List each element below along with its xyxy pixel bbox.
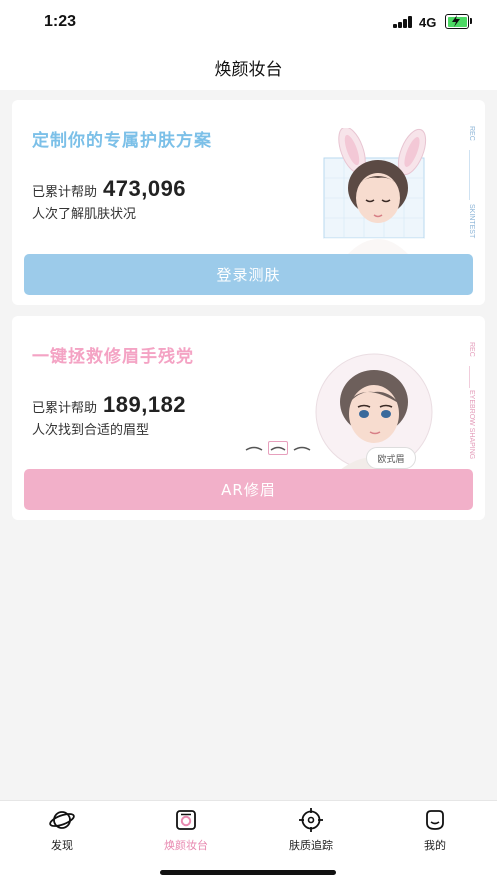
skin-side-tag: SKINTEST: [468, 204, 475, 239]
brow-option[interactable]: [244, 441, 264, 455]
page-title: 焕颜妆台: [214, 60, 283, 80]
skin-card-title: 定制你的专属护肤方案: [32, 131, 212, 151]
skin-stat: 已累计帮助 473,096: [32, 176, 186, 202]
brow-option[interactable]: [292, 441, 312, 455]
ar-brow-button[interactable]: AR修眉: [24, 469, 473, 510]
skin-stat-suffix: 人次了解肌肤状况: [32, 207, 137, 222]
tab-label: 肤质追踪: [289, 839, 333, 852]
login-skin-test-button[interactable]: 登录测肤: [24, 254, 473, 295]
tab-label: 我的: [424, 839, 446, 852]
skin-stat-number: 473,096: [103, 176, 187, 201]
skin-rec-label: REC: [468, 126, 475, 141]
skin-side-line: [469, 150, 470, 200]
battery-icon: [445, 14, 469, 29]
eyebrow-card[interactable]: 一键拯救修眉手残党 已累计帮助 189,182 人次找到合适的眉型 欧式眉 RE…: [12, 316, 485, 520]
brow-option-selected[interactable]: [268, 441, 288, 455]
brow-side-tag: EYEBROW SHAPING: [468, 390, 475, 460]
status-time: 1:23: [44, 13, 77, 30]
planet-icon: [49, 811, 75, 829]
brow-card-title: 一键拯救修眉手残党: [32, 347, 194, 367]
skin-test-card[interactable]: 定制你的专属护肤方案 已累计帮助 473,096 人次了解肌肤状况 REC SK…: [12, 100, 485, 305]
tab-beauty-station[interactable]: 焕颜妆台: [141, 807, 231, 859]
brow-stat-number: 189,182: [103, 392, 187, 417]
brow-style-badge: 欧式眉: [366, 447, 416, 469]
tab-label: 发现: [51, 839, 73, 852]
brow-style-picker[interactable]: [244, 441, 312, 455]
brow-stat: 已累计帮助 189,182: [32, 392, 186, 418]
nav-bar: 焕颜妆台: [0, 44, 497, 90]
tab-skin-tracking[interactable]: 肤质追踪: [266, 807, 356, 859]
camera-icon: [176, 810, 196, 830]
tab-discover[interactable]: 发现: [17, 807, 107, 859]
brow-side-line: [469, 366, 470, 388]
brow-stat-prefix: 已累计帮助: [32, 401, 98, 416]
target-icon: [299, 808, 323, 832]
skin-stat-prefix: 已累计帮助: [32, 185, 98, 200]
status-bar: 1:23 4G: [0, 0, 497, 44]
tab-me[interactable]: 我的: [390, 807, 480, 859]
home-indicator: [160, 870, 336, 875]
brow-stat-suffix: 人次找到合适的眉型: [32, 423, 150, 438]
face-icon: [426, 810, 444, 830]
network-label: 4G: [419, 15, 437, 30]
battery-tip: [470, 18, 472, 24]
signal-icon: [393, 16, 413, 28]
tab-label: 焕颜妆台: [164, 839, 208, 852]
skin-avatar-illustration: [323, 128, 427, 254]
brow-rec-label: REC: [468, 342, 475, 357]
